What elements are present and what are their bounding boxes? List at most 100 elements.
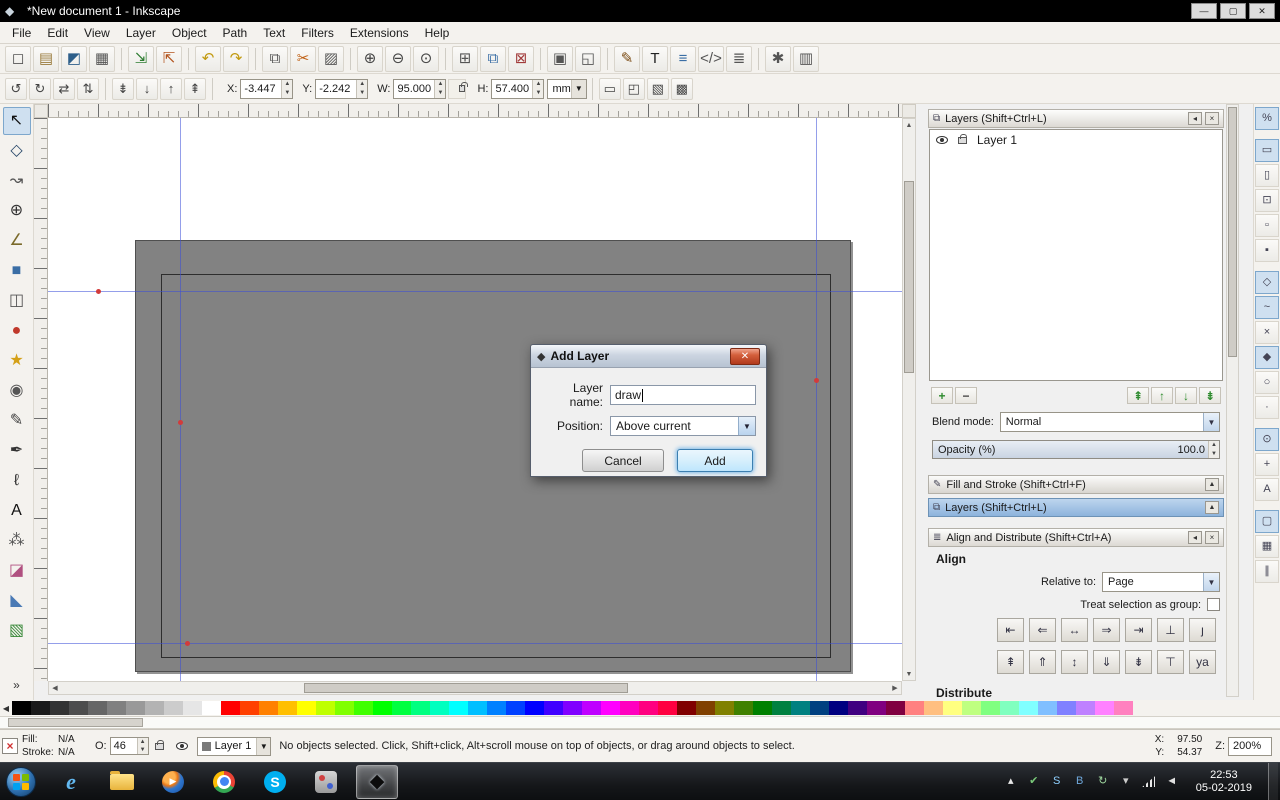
- align-bottom-edges-button[interactable]: ⇓: [1093, 650, 1120, 674]
- palette-scrollbar[interactable]: [0, 716, 1280, 729]
- zoom-to-selection[interactable]: ⊕: [357, 45, 383, 72]
- dialog-title-bar[interactable]: ◆ Add Layer ✕: [531, 345, 766, 368]
- palette-swatch[interactable]: [468, 701, 487, 715]
- save-document[interactable]: ◩: [61, 45, 87, 72]
- rectangle-tool[interactable]: ■: [3, 257, 31, 285]
- zoom-to-drawing[interactable]: ⊖: [385, 45, 411, 72]
- ungroup-objects[interactable]: ◱: [575, 45, 601, 72]
- spin-down-icon[interactable]: ▼: [137, 746, 148, 754]
- layer-lock-toggle[interactable]: [150, 736, 170, 756]
- raise-layer-to-top-button[interactable]: ⇞: [1127, 387, 1149, 404]
- height-input[interactable]: 57.400 ▲ ▼: [491, 78, 545, 99]
- palette-swatch[interactable]: [1057, 701, 1076, 715]
- snap-guide-toggle[interactable]: ∥: [1255, 560, 1279, 583]
- redo[interactable]: ↷: [223, 45, 249, 72]
- style-swatch-none[interactable]: ×: [2, 738, 18, 754]
- palette-swatch[interactable]: [905, 701, 924, 715]
- palette-swatch[interactable]: [107, 701, 126, 715]
- cancel-button[interactable]: Cancel: [582, 449, 664, 472]
- lower-to-bottom[interactable]: ⇟: [112, 77, 134, 100]
- palette-swatch[interactable]: [924, 701, 943, 715]
- opacity-slider[interactable]: Opacity (%) 100.0 ▲ ▼: [932, 440, 1220, 459]
- skype-tray[interactable]: S: [1049, 773, 1065, 791]
- text-dialog[interactable]: T: [642, 45, 668, 72]
- scale-corners-toggle[interactable]: ◰: [622, 77, 645, 100]
- horizontal-scrollbar-thumb[interactable]: [304, 683, 628, 693]
- bucket-tool[interactable]: ◣: [3, 587, 31, 615]
- x-spinner[interactable]: ▲ ▼: [281, 79, 293, 98]
- palette-swatch[interactable]: [601, 701, 620, 715]
- fill-stroke-dock-bar[interactable]: ✎ Fill and Stroke (Shift+Ctrl+F) ▲: [928, 475, 1224, 494]
- group-objects[interactable]: ▣: [547, 45, 573, 72]
- align-right-edges-to-left-anchor-button[interactable]: ⇤: [997, 618, 1024, 642]
- spin-up-icon[interactable]: ▲: [435, 79, 446, 89]
- snap-bbox-edge-midpoints-toggle[interactable]: ▫: [1255, 214, 1279, 237]
- vertical-scrollbar[interactable]: ▲ ▼: [902, 118, 916, 681]
- toolbox-overflow-button[interactable]: »: [13, 678, 20, 692]
- palette-swatch[interactable]: [810, 701, 829, 715]
- snap-page-border-toggle[interactable]: ▢: [1255, 510, 1279, 533]
- close-panel-button[interactable]: ×: [1205, 112, 1219, 125]
- layers-panel-header[interactable]: ⧉ Layers (Shift+Ctrl+L) ◂ ×: [928, 109, 1224, 128]
- new-layer-button[interactable]: +: [931, 387, 953, 404]
- master-opacity-spinner[interactable]: ▲ ▼: [136, 738, 148, 754]
- palette-swatch[interactable]: [297, 701, 316, 715]
- undock-button[interactable]: ◂: [1188, 531, 1202, 544]
- scroll-left-icon[interactable]: ◀: [49, 682, 61, 694]
- zoom-tool[interactable]: ⊕: [3, 197, 31, 225]
- align-top-edges-button[interactable]: ⇑: [1029, 650, 1056, 674]
- snap-bbox-corners-toggle[interactable]: ⊡: [1255, 189, 1279, 212]
- palette-swatch[interactable]: [544, 701, 563, 715]
- guide-horizontal-bottom[interactable]: [48, 643, 902, 644]
- guide-anchor[interactable]: [96, 289, 101, 294]
- align-baseline-vertical-button[interactable]: ⊤: [1157, 650, 1184, 674]
- palette-swatch[interactable]: [943, 701, 962, 715]
- palette-swatch[interactable]: [31, 701, 50, 715]
- internet-explorer[interactable]: e: [50, 765, 92, 799]
- snap-bounding-box-toggle[interactable]: ▭: [1255, 139, 1279, 162]
- spin-down-icon[interactable]: ▼: [1209, 449, 1219, 458]
- close-panel-button[interactable]: ×: [1205, 531, 1219, 544]
- snap-path-intersections-toggle[interactable]: ×: [1255, 321, 1279, 344]
- text-tool[interactable]: A: [3, 497, 31, 525]
- palette-swatch[interactable]: [1095, 701, 1114, 715]
- palette-swatch[interactable]: [1000, 701, 1019, 715]
- palette-swatch[interactable]: [696, 701, 715, 715]
- palette-swatch[interactable]: [449, 701, 468, 715]
- print-document[interactable]: ▦: [89, 45, 115, 72]
- preferences[interactable]: ✱: [765, 45, 791, 72]
- spin-down-icon[interactable]: ▼: [533, 88, 544, 98]
- palette-swatch[interactable]: [829, 701, 848, 715]
- snap-midpoints-toggle[interactable]: ·: [1255, 396, 1279, 419]
- layer-row[interactable]: Layer 1: [930, 130, 1222, 150]
- fill-stroke-dialog[interactable]: ✎: [614, 45, 640, 72]
- snap-grid-toggle[interactable]: ▦: [1255, 535, 1279, 558]
- raise-to-top[interactable]: ⇞: [184, 77, 206, 100]
- tweak-tool[interactable]: ↝: [3, 167, 31, 195]
- zoom-input[interactable]: 200%: [1228, 736, 1272, 756]
- text-anchor-horizontal-button[interactable]: ȷ: [1189, 618, 1216, 642]
- canvas[interactable]: [48, 118, 902, 681]
- spin-up-icon[interactable]: ▲: [282, 79, 293, 89]
- snap-object-centers-toggle[interactable]: ⊙: [1255, 428, 1279, 451]
- palette-swatch[interactable]: [962, 701, 981, 715]
- undo[interactable]: ↶: [195, 45, 221, 72]
- raise-selection[interactable]: ↑: [160, 77, 182, 100]
- rotate-90-ccw[interactable]: ↺: [5, 77, 27, 100]
- volume[interactable]: ◄: [1164, 773, 1180, 791]
- scroll-right-icon[interactable]: ▶: [889, 682, 901, 694]
- scroll-down-icon[interactable]: ▼: [903, 668, 915, 680]
- snap-bbox-centers-toggle[interactable]: ▪: [1255, 239, 1279, 262]
- palette-swatch[interactable]: [582, 701, 601, 715]
- copy[interactable]: ⧉: [262, 45, 288, 72]
- palette-swatch[interactable]: [373, 701, 392, 715]
- layers-dock-bar[interactable]: ⧉ Layers (Shift+Ctrl+L) ▲: [928, 498, 1224, 517]
- rotate-90-cw[interactable]: ↻: [29, 77, 51, 100]
- palette-swatch[interactable]: [734, 701, 753, 715]
- menu-object[interactable]: Object: [164, 23, 215, 43]
- palette-swatch[interactable]: [69, 701, 88, 715]
- palette-swatch[interactable]: [791, 701, 810, 715]
- new-document[interactable]: ◻: [5, 45, 31, 72]
- palette-swatch[interactable]: [88, 701, 107, 715]
- star-tool[interactable]: ★: [3, 347, 31, 375]
